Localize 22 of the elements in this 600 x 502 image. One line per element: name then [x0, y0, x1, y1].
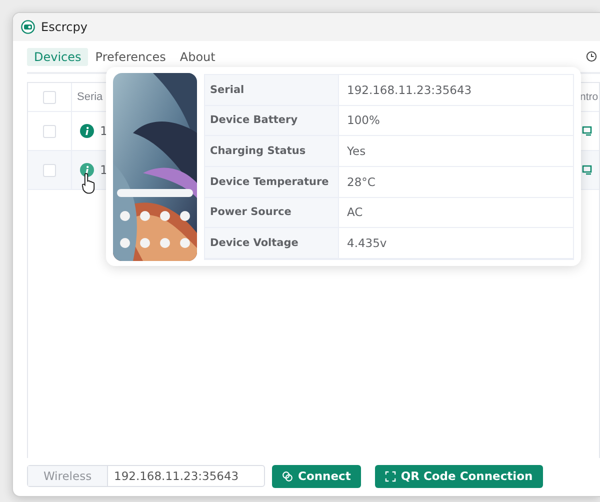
field-label: Device Battery [205, 106, 339, 136]
field-value: 100% [339, 106, 573, 136]
field-value: Yes [339, 136, 573, 167]
field-value: 4.435v [339, 228, 573, 259]
device-serial: 1 [100, 163, 108, 177]
field-label: Power Source [205, 198, 339, 228]
field-label: Device Voltage [205, 228, 339, 259]
connect-button[interactable]: Connect [272, 464, 361, 488]
tab[interactable]: Preferences [88, 48, 173, 66]
column-header: Seria [77, 91, 103, 103]
field-label: Device Temperature [205, 166, 339, 198]
field-value: 192.168.11.23:35643 [339, 75, 573, 106]
device-serial: 1 [100, 124, 108, 138]
window-title: Escrcpy [41, 20, 88, 34]
field-label: Charging Status [205, 136, 339, 167]
field-value: 28°C [339, 166, 573, 198]
field-value: AC [339, 198, 573, 228]
qr-connection-button[interactable]: QR Code Connection [374, 464, 543, 488]
wireless-address-field[interactable]: Wireless 192.168.11.23:35643 [27, 465, 265, 487]
tab[interactable]: About [172, 48, 222, 66]
field-label: Serial [205, 75, 339, 106]
tab[interactable]: Devices [27, 48, 88, 66]
